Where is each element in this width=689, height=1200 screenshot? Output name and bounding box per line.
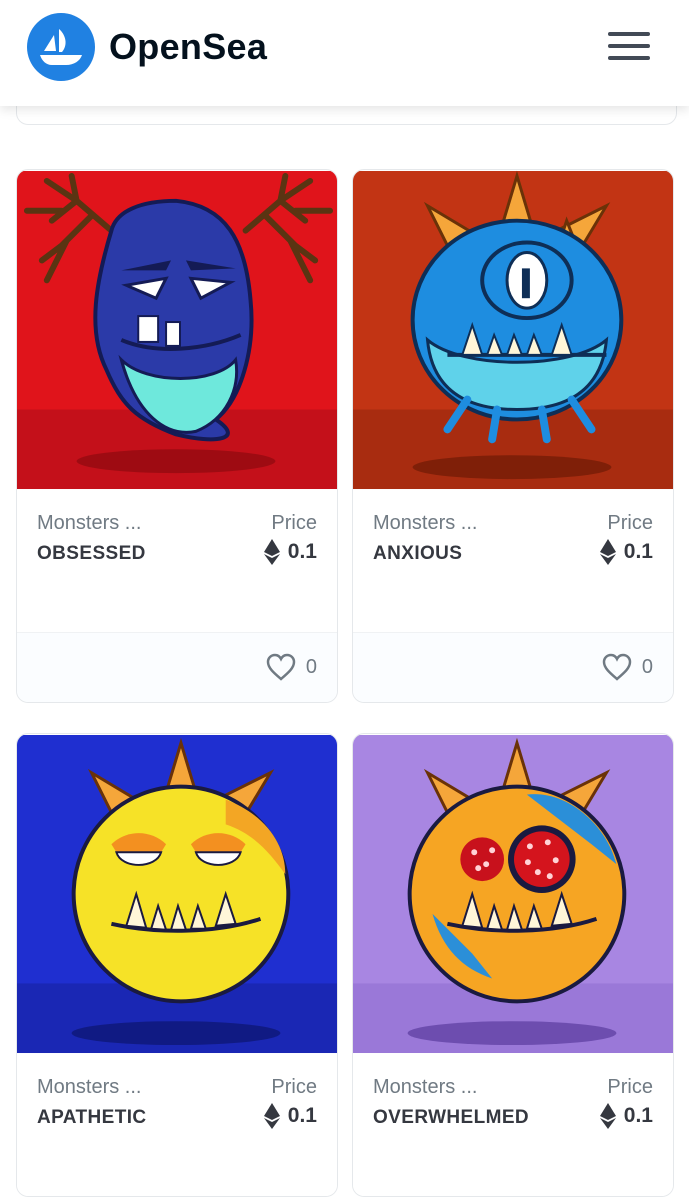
nft-card[interactable]: Monsters ... OBSESSED Price 0.1 0 bbox=[16, 169, 338, 703]
card-details: Monsters ... APATHETIC Price 0.1 bbox=[17, 1054, 337, 1196]
nft-card[interactable]: Monsters ... OVERWHELMED Price 0.1 bbox=[352, 733, 674, 1197]
price-value: 0.1 bbox=[287, 1104, 317, 1127]
item-name[interactable]: ANXIOUS bbox=[373, 543, 462, 565]
item-name[interactable]: OVERWHELMED bbox=[373, 1107, 529, 1129]
nft-image-anxious[interactable] bbox=[353, 170, 673, 490]
ethereum-icon bbox=[263, 539, 280, 565]
price-label: Price bbox=[271, 512, 317, 534]
nft-image-apathetic[interactable] bbox=[17, 734, 337, 1054]
card-details: Monsters ... ANXIOUS Price 0.1 bbox=[353, 490, 673, 632]
card-footer: 0 bbox=[17, 632, 337, 702]
card-details: Monsters ... OBSESSED Price 0.1 bbox=[17, 490, 337, 632]
price-label: Price bbox=[271, 1076, 317, 1098]
ethereum-icon bbox=[599, 1103, 616, 1129]
card-details: Monsters ... OVERWHELMED Price 0.1 bbox=[353, 1054, 673, 1196]
price-value: 0.1 bbox=[623, 1104, 653, 1127]
favorite-button[interactable]: 0 bbox=[266, 653, 317, 681]
nft-card[interactable]: Monsters ... ANXIOUS Price 0.1 0 bbox=[352, 169, 674, 703]
item-name[interactable]: OBSESSED bbox=[37, 543, 146, 565]
collection-name[interactable]: Monsters ... bbox=[373, 1076, 477, 1099]
price-label: Price bbox=[607, 512, 653, 534]
collection-name[interactable]: Monsters ... bbox=[373, 512, 477, 535]
brand-name[interactable]: OpenSea bbox=[109, 26, 267, 68]
ethereum-icon bbox=[599, 539, 616, 565]
favorite-button[interactable]: 0 bbox=[602, 653, 653, 681]
nft-image-overwhelmed[interactable] bbox=[353, 734, 673, 1054]
hamburger-menu-icon[interactable] bbox=[608, 32, 652, 64]
price-value: 0.1 bbox=[623, 540, 653, 563]
price-label: Price bbox=[607, 1076, 653, 1098]
price: 0.1 bbox=[599, 539, 653, 565]
price-value: 0.1 bbox=[287, 540, 317, 563]
like-count: 0 bbox=[305, 655, 317, 678]
price: 0.1 bbox=[599, 1103, 653, 1129]
opensea-logo-icon[interactable] bbox=[27, 13, 95, 81]
nft-image-obsessed[interactable] bbox=[17, 170, 337, 490]
heart-icon[interactable] bbox=[266, 653, 296, 681]
price: 0.1 bbox=[263, 539, 317, 565]
collection-name[interactable]: Monsters ... bbox=[37, 1076, 141, 1099]
heart-icon[interactable] bbox=[602, 653, 632, 681]
top-navigation-bar: OpenSea bbox=[0, 0, 689, 106]
price: 0.1 bbox=[263, 1103, 317, 1129]
item-name[interactable]: APATHETIC bbox=[37, 1107, 147, 1129]
card-footer: 0 bbox=[353, 632, 673, 702]
nft-card[interactable]: Monsters ... APATHETIC Price 0.1 bbox=[16, 733, 338, 1197]
like-count: 0 bbox=[641, 655, 653, 678]
ethereum-icon bbox=[263, 1103, 280, 1129]
collection-name[interactable]: Monsters ... bbox=[37, 512, 141, 535]
